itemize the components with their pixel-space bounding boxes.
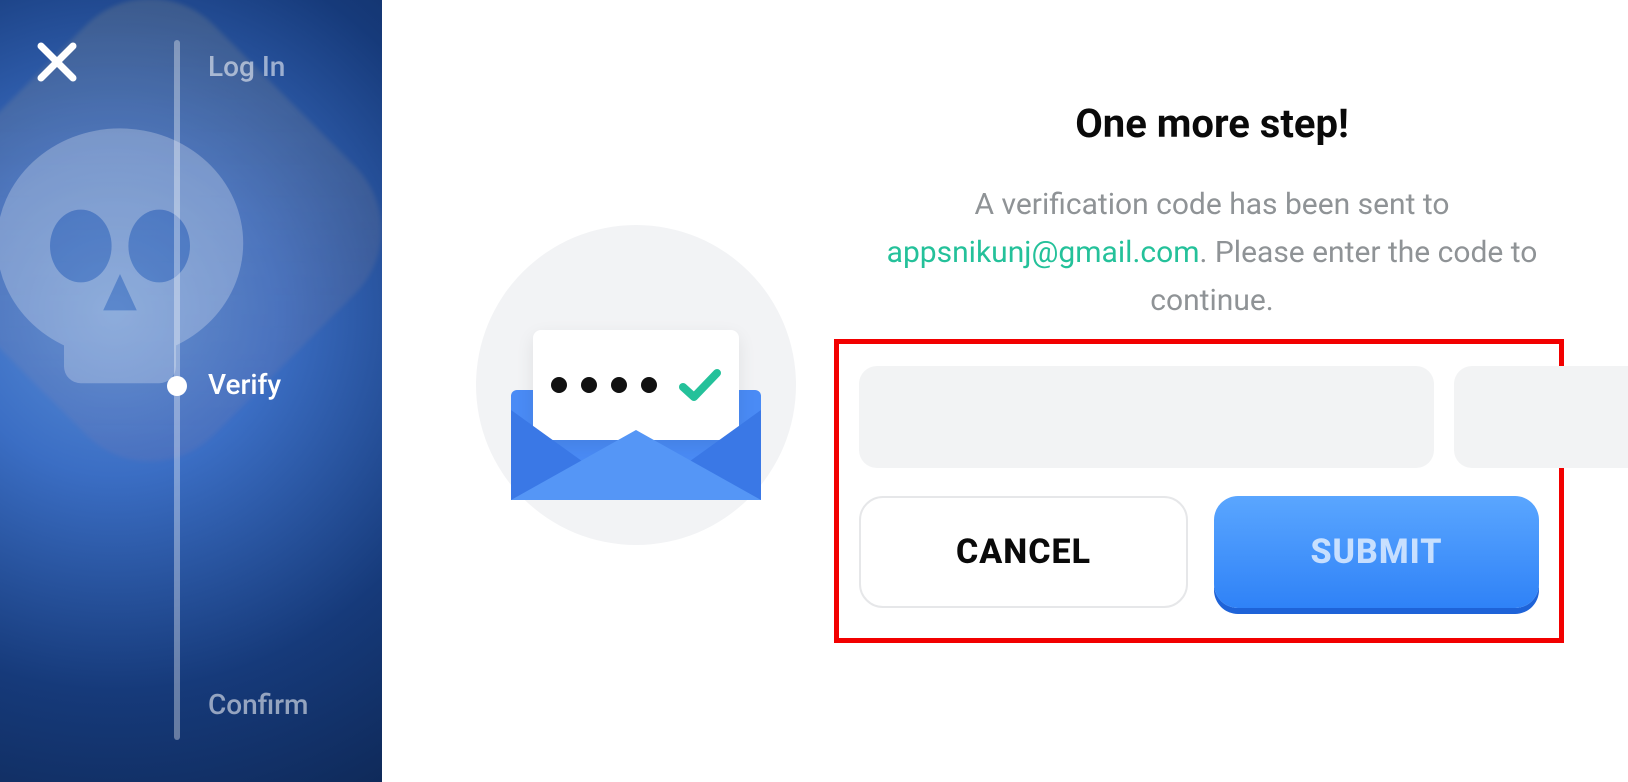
- timeline-dot-active: [167, 376, 187, 396]
- main-panel: One more step! A verification code has b…: [382, 0, 1628, 782]
- close-icon: [35, 40, 79, 84]
- step-login: Log In: [208, 50, 285, 83]
- sidebar: Log In Verify Confirm: [0, 0, 382, 782]
- close-button[interactable]: [35, 40, 79, 84]
- code-input-row: [859, 366, 1539, 468]
- checkmark-icon: [677, 363, 721, 407]
- step-verify: Verify: [208, 368, 281, 401]
- annotation-highlight: CANCEL SUBMIT: [834, 339, 1564, 643]
- page-subtitle: A verification code has been sent to app…: [842, 181, 1582, 325]
- verification-email: appsnikunj@gmail.com: [887, 235, 1200, 270]
- verification-illustration: [476, 225, 796, 545]
- cancel-button[interactable]: CANCEL: [859, 496, 1188, 608]
- subtitle-post: . Please enter the code to continue.: [1150, 235, 1537, 318]
- code-digit-2[interactable]: [1454, 366, 1628, 468]
- code-digit-1[interactable]: [859, 366, 1434, 468]
- step-confirm: Confirm: [208, 688, 308, 721]
- envelope-code-icon: [511, 320, 761, 500]
- page-title: One more step!: [842, 100, 1582, 147]
- subtitle-pre: A verification code has been sent to: [975, 187, 1450, 222]
- skull-background-icon: [0, 120, 260, 400]
- button-row: CANCEL SUBMIT: [859, 496, 1539, 608]
- submit-button[interactable]: SUBMIT: [1214, 496, 1539, 608]
